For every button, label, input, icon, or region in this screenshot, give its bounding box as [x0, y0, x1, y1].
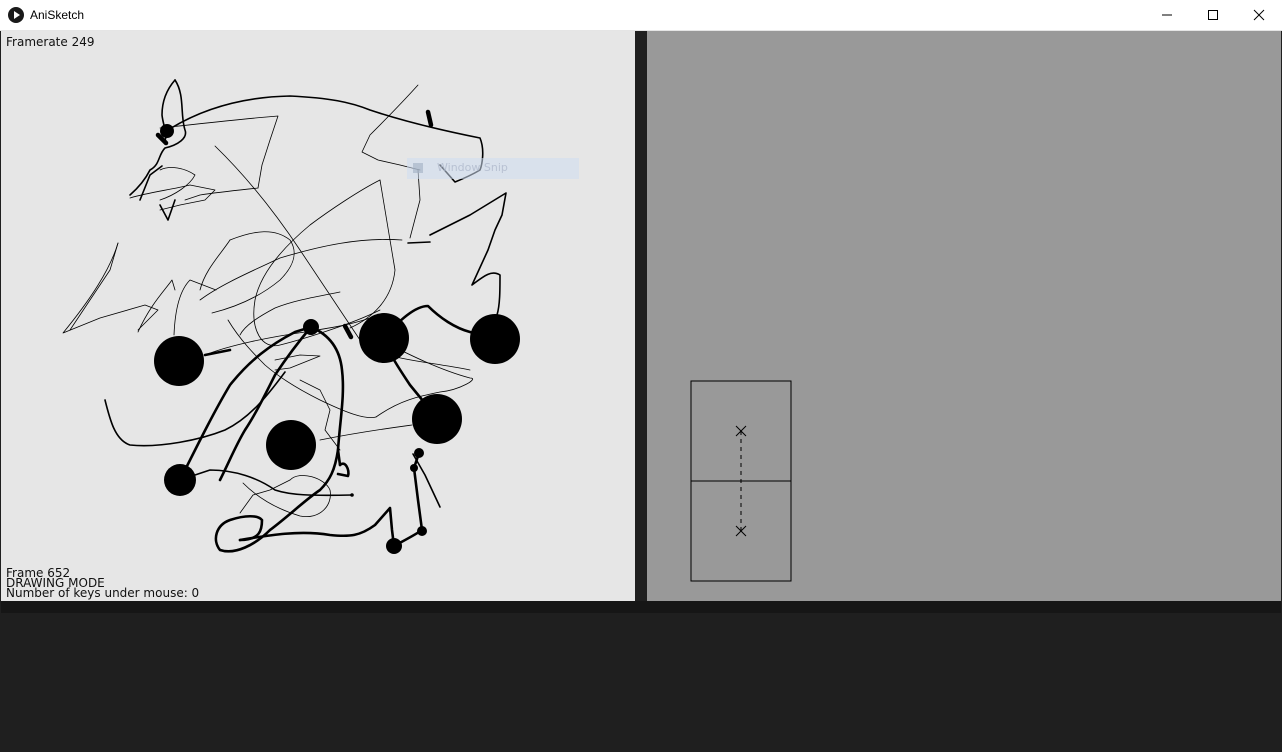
window-snip-overlay: Window Snip [407, 158, 579, 179]
preview-canvas[interactable] [647, 31, 1281, 601]
canvas-divider [635, 31, 647, 601]
minimize-icon [1162, 14, 1172, 16]
close-icon [1253, 9, 1265, 21]
title-bar: AniSketch [0, 0, 1282, 31]
drawing-canvas[interactable]: Window Snip Framerate 249 Frame 652 DRAW… [1, 31, 635, 601]
maximize-button[interactable] [1190, 0, 1236, 30]
sketch-strokes [62, 79, 520, 554]
framerate-readout: Framerate 249 [6, 35, 95, 49]
window-title: AniSketch [30, 8, 85, 22]
close-button[interactable] [1236, 0, 1282, 30]
minimize-button[interactable] [1144, 0, 1190, 30]
timeline-panel[interactable] [1, 613, 1281, 751]
maximize-icon [1208, 10, 1218, 20]
keys-under-mouse-readout: Number of keys under mouse: 0 [6, 586, 200, 600]
frame-preview-boxes [690, 380, 792, 582]
app-play-icon [8, 7, 24, 23]
timeline-separator [1, 601, 1281, 613]
snip-icon [413, 163, 423, 173]
snip-label: Window Snip [437, 161, 508, 174]
